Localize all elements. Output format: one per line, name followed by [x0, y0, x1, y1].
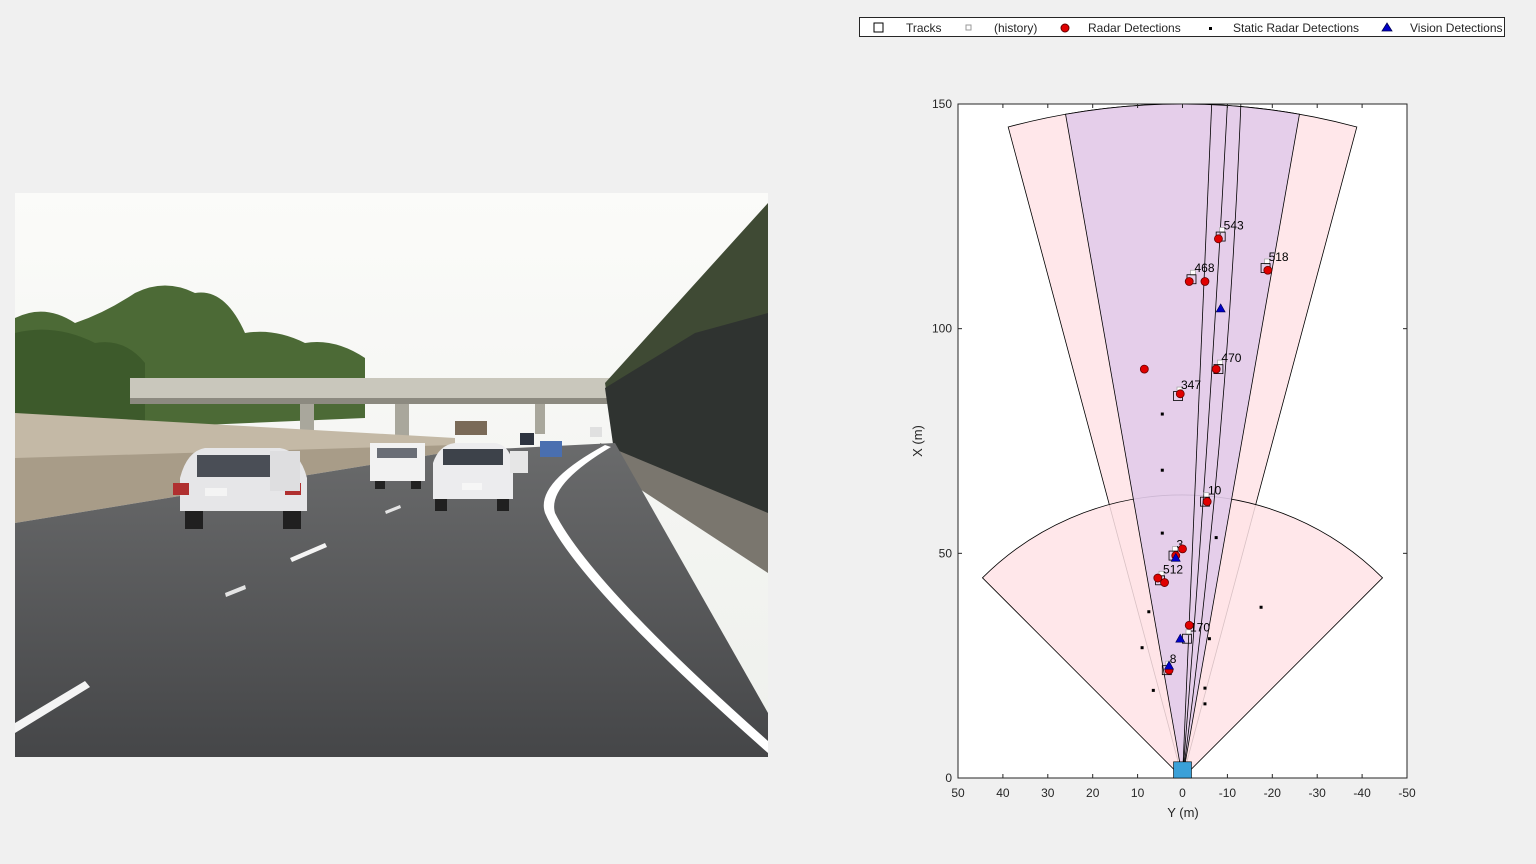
x-tick-label: 40	[996, 786, 1010, 800]
x-tick-label: -50	[1398, 786, 1416, 800]
static-radar-detection-point	[1203, 702, 1207, 706]
radar-detection-point	[1184, 620, 1194, 630]
radar-detection-point	[1178, 544, 1187, 554]
radar-detection-point	[1160, 578, 1169, 587]
x-tick-label: -30	[1309, 786, 1327, 800]
x-tick-label: -20	[1264, 786, 1282, 800]
static-radar-detection-point	[1160, 412, 1164, 416]
y-tick-label: 50	[939, 546, 953, 560]
bird-eye-plot: 50 40 30 20 10 0 -10 -20 -30 -40 -50050100150 5435…	[910, 97, 1416, 820]
y-tick-label: 100	[932, 322, 952, 336]
track-id-label: 512	[1163, 562, 1183, 576]
track-id-label: 347	[1181, 378, 1201, 392]
x-tick-label: 0	[1179, 786, 1186, 800]
x-tick-label: 30	[1041, 786, 1055, 800]
x-tick-label: 50	[951, 786, 965, 800]
x-axis-label: Y (m)	[1167, 805, 1199, 820]
y-tick-label: 150	[932, 97, 952, 111]
track-id-label: 170	[1190, 621, 1210, 635]
radar-detection-point	[1263, 265, 1273, 275]
radar-detection-point	[1184, 277, 1194, 286]
track-id-label: 518	[1269, 250, 1289, 264]
track-id-label: 468	[1194, 261, 1214, 275]
x-tick-label: -40	[1353, 786, 1371, 800]
radar-detection-point	[1200, 277, 1210, 286]
radar-detection-point	[1175, 389, 1185, 399]
static-radar-detection-point	[1151, 688, 1155, 692]
radar-detection-point	[1214, 234, 1223, 244]
x-tick-label: -10	[1219, 786, 1237, 800]
static-radar-detection-point	[1259, 605, 1263, 609]
static-radar-detection-point	[1147, 610, 1151, 614]
y-axis-label: X (m)	[910, 425, 925, 457]
x-tick-label: 20	[1086, 786, 1100, 800]
radar-detection-point	[1202, 497, 1212, 507]
y-tick-label: 0	[945, 771, 952, 785]
static-radar-detection-point	[1214, 536, 1218, 540]
track-id-label: 543	[1224, 219, 1244, 233]
static-radar-detection-point	[1160, 468, 1164, 472]
static-radar-detection-point	[1160, 531, 1164, 535]
radar-detection-point	[1139, 364, 1149, 374]
static-radar-detection-point	[1203, 686, 1207, 690]
static-radar-detection-point	[1207, 637, 1211, 641]
x-tick-label: 10	[1131, 786, 1145, 800]
static-radar-detection-point	[1140, 646, 1144, 650]
radar-detection-point	[1211, 364, 1221, 374]
ego-vehicle-marker	[1173, 761, 1192, 779]
track-id-label: 10	[1208, 484, 1222, 498]
track-id-label: 470	[1221, 351, 1241, 365]
